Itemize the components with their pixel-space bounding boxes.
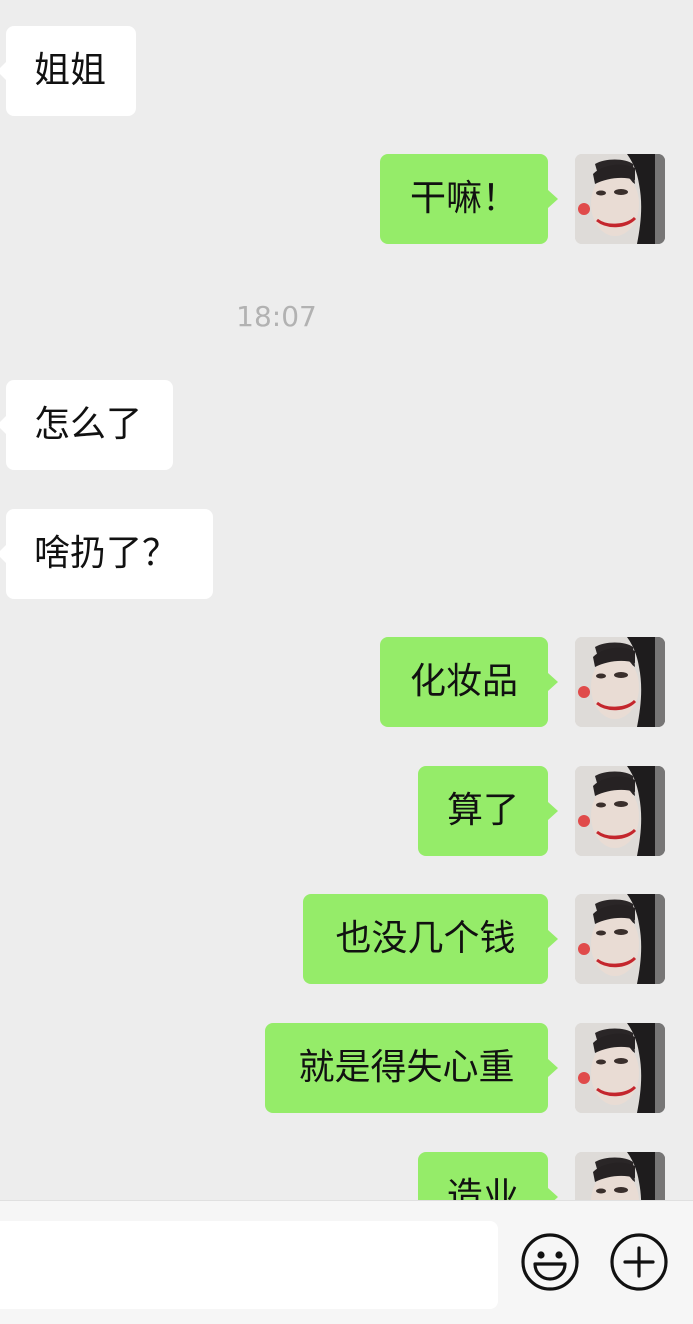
message-text: 算了 bbox=[446, 790, 519, 831]
input-bar bbox=[0, 1200, 693, 1324]
message-outgoing[interactable]: 算了 bbox=[418, 766, 558, 856]
plus-circle-icon[interactable] bbox=[609, 1232, 669, 1292]
timestamp: 18:07 bbox=[236, 300, 317, 333]
message-text: 也没几个钱 bbox=[335, 918, 516, 959]
message-text: 化妆品 bbox=[409, 661, 518, 702]
message-outgoing[interactable]: 干嘛！ bbox=[380, 154, 558, 244]
avatar[interactable] bbox=[575, 154, 665, 244]
smiley-face-icon[interactable] bbox=[520, 1232, 580, 1292]
avatar[interactable] bbox=[575, 637, 665, 727]
message-incoming[interactable]: 怎么了 bbox=[0, 380, 173, 470]
message-incoming[interactable]: 姐姐 bbox=[0, 26, 136, 116]
message-text: 怎么了 bbox=[34, 404, 143, 445]
message-outgoing[interactable]: 化妆品 bbox=[380, 637, 558, 727]
avatar[interactable] bbox=[575, 894, 665, 984]
avatar[interactable] bbox=[575, 1152, 665, 1200]
message-text: 啥扔了？ bbox=[34, 533, 179, 574]
message-text: 干嘛！ bbox=[409, 178, 518, 219]
avatar[interactable] bbox=[575, 766, 665, 856]
message-text: 姐姐 bbox=[34, 50, 107, 91]
message-text: 就是得失心重 bbox=[298, 1047, 515, 1088]
message-text: 造业 bbox=[446, 1176, 519, 1200]
message-incoming[interactable]: 啥扔了？ bbox=[0, 509, 213, 599]
chat-area[interactable]: 姐姐 干嘛！ 18:07 怎么了 啥扔了？ 化妆品 算了 也没几个钱 就是得失心… bbox=[0, 0, 693, 1200]
message-outgoing[interactable]: 也没几个钱 bbox=[303, 894, 558, 984]
avatar[interactable] bbox=[575, 1023, 665, 1113]
message-input[interactable] bbox=[0, 1221, 498, 1309]
message-outgoing[interactable]: 就是得失心重 bbox=[265, 1023, 558, 1113]
message-outgoing[interactable]: 造业 bbox=[418, 1152, 558, 1200]
